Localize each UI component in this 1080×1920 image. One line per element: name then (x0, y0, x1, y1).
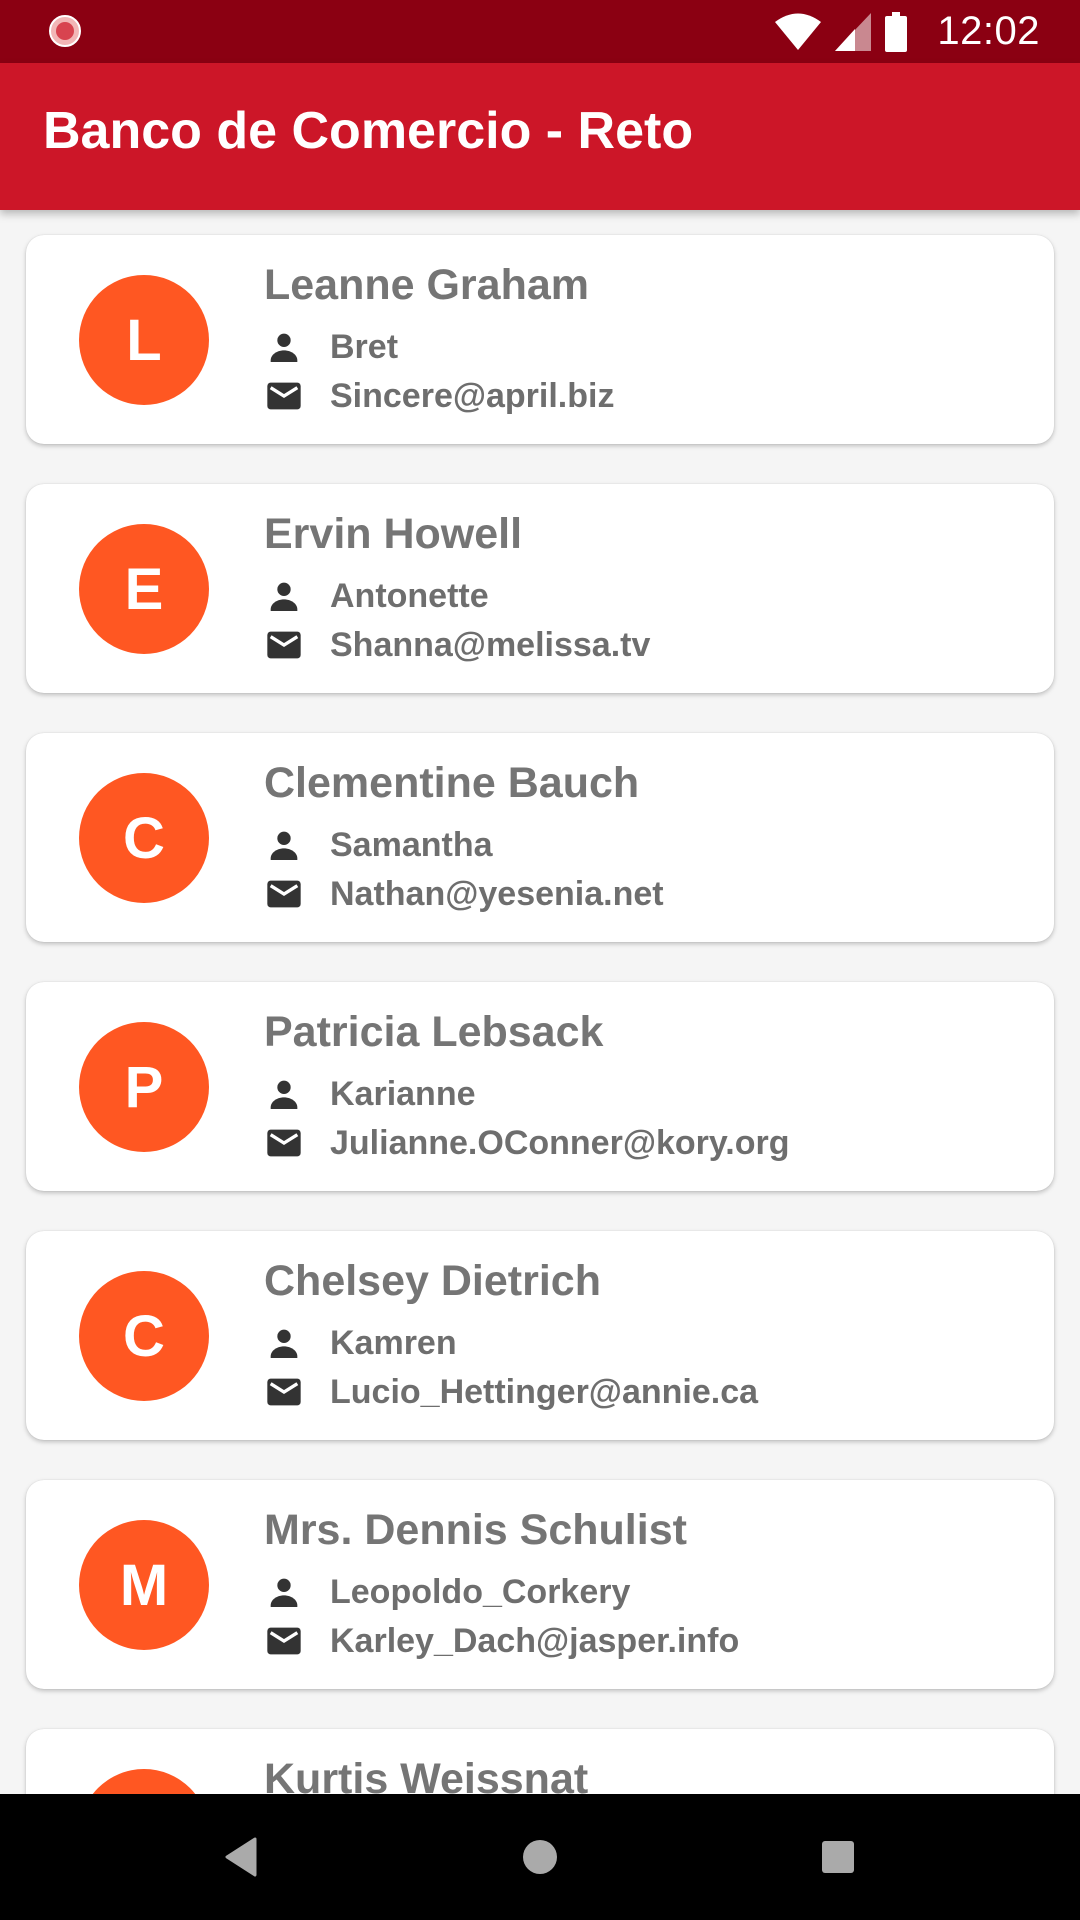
username: Leopoldo_Corkery (330, 1572, 631, 1611)
user-name: Patricia Lebsack (264, 1008, 604, 1056)
username-row: Leopoldo_Corkery (264, 1570, 630, 1614)
person-icon (270, 1080, 298, 1109)
user-name: Chelsey Dietrich (264, 1257, 601, 1305)
avatar: P (79, 1022, 209, 1152)
avatar: M (79, 1520, 209, 1650)
user-card[interactable]: L Leanne Graham Bret Sincere@april.biz (26, 235, 1054, 444)
username-row: Antonette (264, 574, 489, 618)
sync-icon (49, 15, 81, 47)
username: Antonette (330, 576, 489, 615)
user-name: Kurtis Weissnat (264, 1755, 589, 1794)
email: Nathan@yesenia.net (330, 874, 664, 913)
cell-signal-icon (835, 12, 872, 51)
mail-icon (267, 880, 301, 908)
user-card[interactable]: K Kurtis Weissnat (26, 1729, 1054, 1794)
mail-icon (267, 631, 301, 659)
navigation-bar (0, 1794, 1080, 1920)
back-button[interactable] (181, 1794, 301, 1920)
user-card[interactable]: M Mrs. Dennis Schulist Leopoldo_Corkery … (26, 1480, 1054, 1689)
avatar: E (79, 524, 209, 654)
person-icon (270, 1578, 298, 1607)
app-bar: Banco de Comercio - Reto (0, 63, 1080, 210)
avatar: C (79, 773, 209, 903)
avatar: L (79, 275, 209, 405)
email: Karley_Dach@jasper.info (330, 1621, 740, 1660)
user-card[interactable]: P Patricia Lebsack Karianne Julianne.OCo… (26, 982, 1054, 1191)
username: Bret (330, 327, 399, 366)
user-name: Ervin Howell (264, 510, 523, 558)
mail-icon (267, 1378, 301, 1406)
mail-icon (267, 1129, 301, 1157)
home-button[interactable] (480, 1794, 600, 1920)
email-row: Sincere@april.biz (264, 374, 614, 418)
user-list[interactable]: L Leanne Graham Bret Sincere@april.biz E… (0, 210, 1080, 1794)
email-row: Shanna@melissa.tv (264, 623, 650, 667)
mail-icon (267, 1627, 301, 1655)
email: Shanna@melissa.tv (330, 625, 651, 664)
avatar: C (79, 1271, 209, 1401)
email: Lucio_Hettinger@annie.ca (330, 1372, 759, 1411)
username-row: Bret (264, 325, 398, 369)
user-name: Mrs. Dennis Schulist (264, 1506, 687, 1554)
username: Kamren (330, 1323, 457, 1362)
username-row: Samantha (264, 823, 493, 867)
email-row: Nathan@yesenia.net (264, 872, 664, 916)
username: Samantha (330, 825, 493, 864)
email: Julianne.OConner@kory.org (330, 1123, 790, 1162)
person-icon (270, 1329, 298, 1358)
user-name: Clementine Bauch (264, 759, 640, 807)
back-icon (225, 1837, 257, 1877)
user-card[interactable]: E Ervin Howell Antonette Shanna@melissa.… (26, 484, 1054, 693)
username-row: Kamren (264, 1321, 457, 1365)
person-icon (270, 582, 298, 611)
status-bar: 12:02 (0, 0, 1080, 63)
battery-icon (885, 11, 908, 52)
email-row: Julianne.OConner@kory.org (264, 1121, 789, 1165)
user-card[interactable]: C Chelsey Dietrich Kamren Lucio_Hettinge… (26, 1231, 1054, 1440)
username-row: Karianne (264, 1072, 476, 1116)
email-row: Lucio_Hettinger@annie.ca (264, 1370, 758, 1414)
user-name: Leanne Graham (264, 261, 589, 309)
app-title: Banco de Comercio - Reto (43, 102, 694, 160)
person-icon (270, 831, 298, 860)
person-icon (270, 333, 298, 362)
recents-icon (822, 1841, 854, 1873)
mail-icon (267, 382, 301, 410)
username: Karianne (330, 1074, 476, 1113)
avatar: K (79, 1769, 209, 1794)
recents-button[interactable] (778, 1794, 898, 1920)
home-icon (523, 1840, 557, 1874)
status-time: 12:02 (937, 9, 1040, 53)
user-card[interactable]: C Clementine Bauch Samantha Nathan@yesen… (26, 733, 1054, 942)
email-row: Karley_Dach@jasper.info (264, 1619, 739, 1663)
wifi-icon (775, 13, 822, 50)
email: Sincere@april.biz (330, 376, 615, 415)
